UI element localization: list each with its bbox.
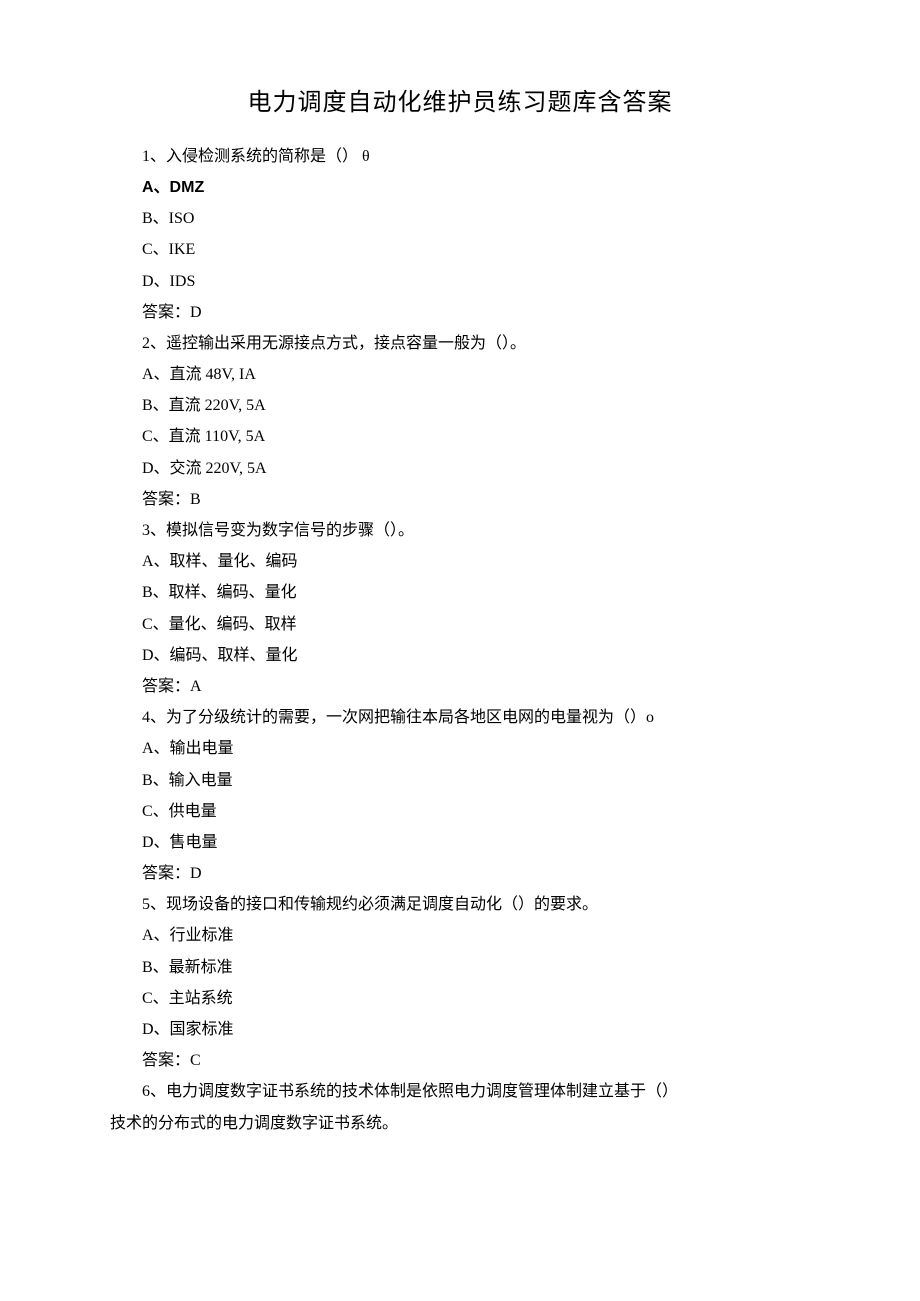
text-line: A、行业标准 [110, 920, 810, 951]
text-line: C、直流 110V, 5A [110, 421, 810, 452]
text-line: A、DMZ [110, 172, 810, 203]
text-line: D、IDS [110, 266, 810, 297]
text-line: B、输入电量 [110, 765, 810, 796]
text-line: C、量化、编码、取样 [110, 609, 810, 640]
text-line: 6、电力调度数字证书系统的技术体制是依照电力调度管理体制建立基于（） [110, 1076, 810, 1107]
text-line: C、主站系统 [110, 983, 810, 1014]
text-line: 1、入侵检测系统的简称是（） θ [110, 141, 810, 172]
text-line: D、售电量 [110, 827, 810, 858]
text-line: 技术的分布式的电力调度数字证书系统。 [110, 1108, 810, 1139]
text-line: A、输出电量 [110, 733, 810, 764]
text-line: C、供电量 [110, 796, 810, 827]
text-line: A、取样、量化、编码 [110, 546, 810, 577]
text-line: 答案：C [110, 1045, 810, 1076]
text-line: A、直流 48V, IA [110, 359, 810, 390]
text-line: B、取样、编码、量化 [110, 577, 810, 608]
text-line: 答案：A [110, 671, 810, 702]
text-line: 答案：D [110, 297, 810, 328]
text-line: 5、现场设备的接口和传输规约必须满足调度自动化（）的要求。 [110, 889, 810, 920]
text-line: B、直流 220V, 5A [110, 390, 810, 421]
text-line: C、IKE [110, 234, 810, 265]
text-line: D、编码、取样、量化 [110, 640, 810, 671]
text-line: D、国家标准 [110, 1014, 810, 1045]
text-line: 答案：D [110, 858, 810, 889]
text-line: B、最新标准 [110, 952, 810, 983]
text-line: 3、模拟信号变为数字信号的步骤（）。 [110, 515, 810, 546]
text-line: D、交流 220V, 5A [110, 453, 810, 484]
text-line: 答案：B [110, 484, 810, 515]
text-line: 2、遥控输出采用无源接点方式，接点容量一般为（）。 [110, 328, 810, 359]
text-line: 4、为了分级统计的需要，一次网把输往本局各地区电网的电量视为（）o [110, 702, 810, 733]
document-body: 1、入侵检测系统的简称是（） θA、DMZB、ISOC、IKED、IDS答案：D… [110, 141, 810, 1139]
text-line: B、ISO [110, 203, 810, 234]
page-title: 电力调度自动化维护员练习题库含答案 [110, 80, 810, 127]
